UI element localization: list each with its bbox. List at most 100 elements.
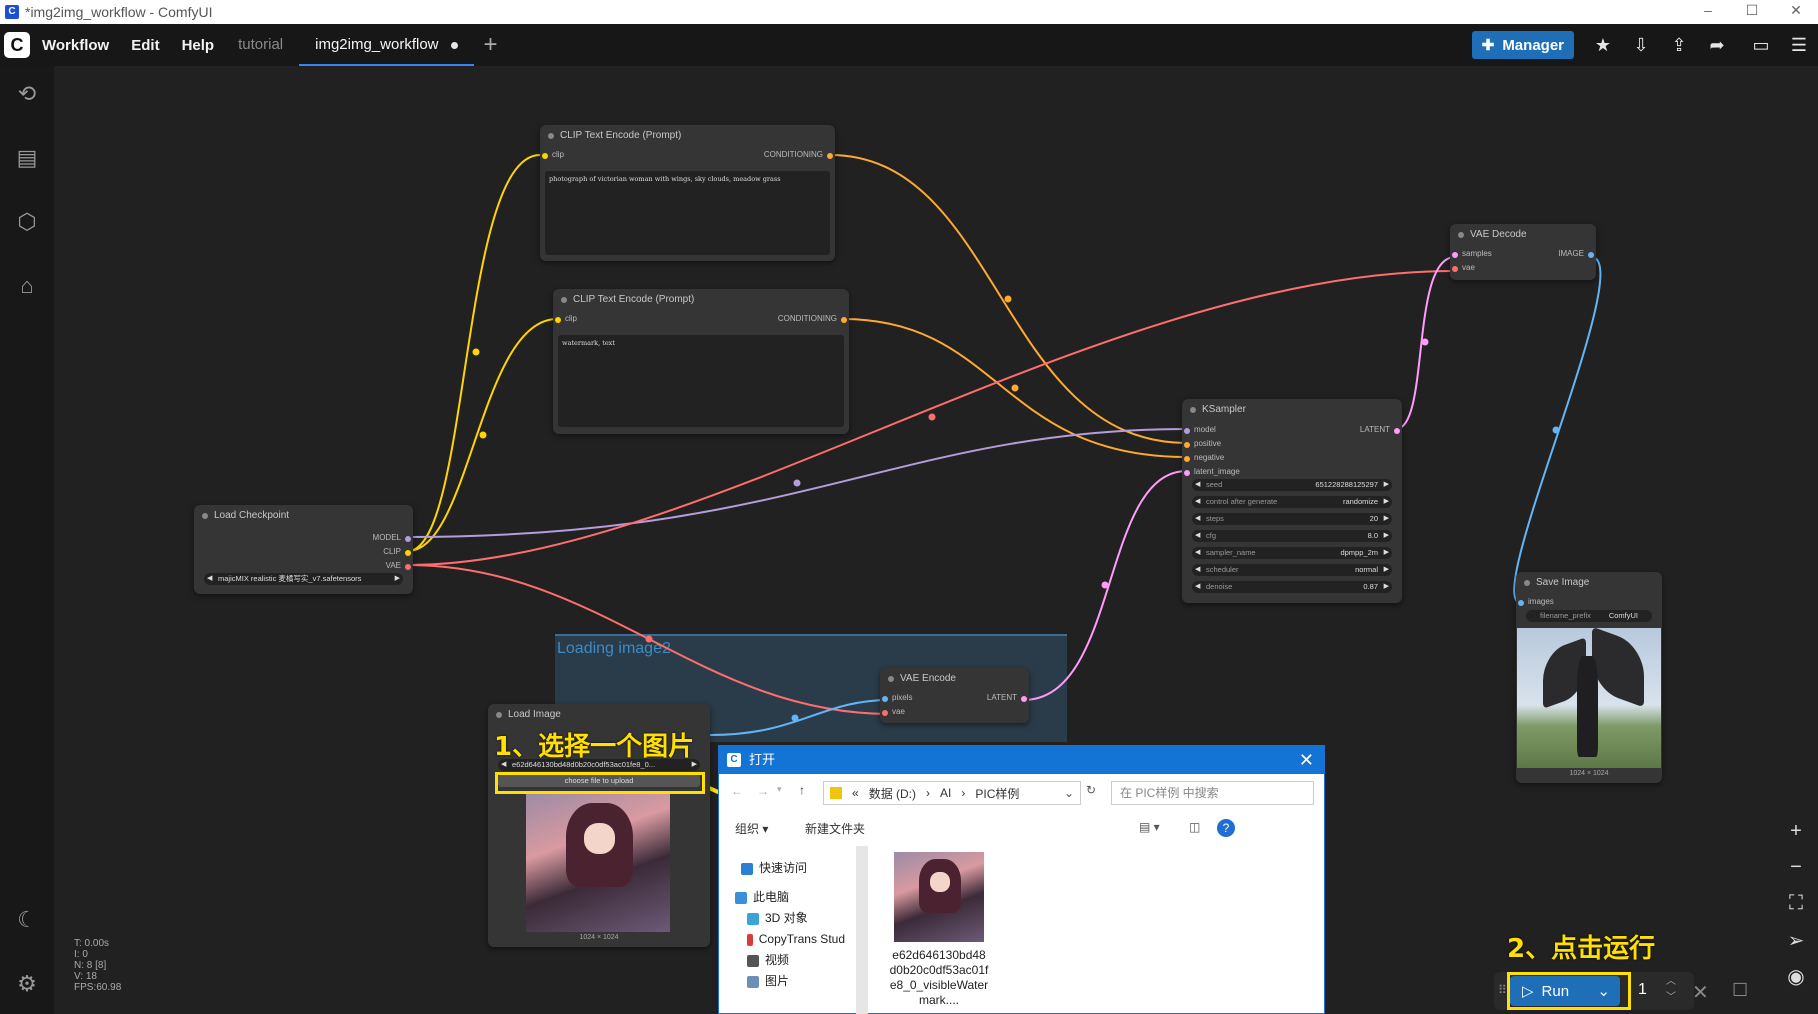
toggle-links-eye-icon[interactable]: ◉ [1776, 964, 1816, 1000]
vae-encode-node[interactable]: VAE Encode pixels vae LATENT [880, 668, 1029, 723]
zoom-out-icon[interactable]: − [1776, 856, 1816, 892]
tree-scrollbar[interactable] [856, 846, 868, 1014]
filename-prefix-widget[interactable]: filename_prefix ComfyUI [1526, 610, 1652, 622]
theme-moon-icon[interactable]: ☾ [13, 906, 41, 934]
cancel-x-icon[interactable]: ✕ [1692, 980, 1709, 1005]
new-tab-plus-icon[interactable]: + [484, 31, 498, 59]
address-dropdown-icon[interactable]: ⌄ [1064, 786, 1074, 800]
sampler-name-widget[interactable]: ◀ sampler_name dpmpp_2m ▶ [1192, 547, 1392, 559]
zoom-in-icon[interactable]: + [1776, 820, 1816, 856]
arrow-left-icon: ◀ [1195, 566, 1201, 573]
denoise-widget[interactable]: ◀ denoise 0.87 ▶ [1192, 581, 1392, 593]
menu-edit[interactable]: Edit [131, 37, 159, 54]
latent-output-slot[interactable]: LATENT [1360, 425, 1400, 434]
arrow-right-icon: ▶ [1383, 549, 1389, 556]
comfyui-logo[interactable]: C [4, 32, 30, 58]
address-bar[interactable]: « 数据 (D:) › AI › PIC样例 ⌄ [823, 781, 1081, 805]
file-open-dialog[interactable]: C 打开 ✕ ← → ▾ ↑ « 数据 (D:) › AI › PIC样例 ⌄ … [718, 745, 1325, 1014]
menu-workflow[interactable]: Workflow [42, 37, 109, 54]
settings-gear-icon[interactable]: ⚙ [13, 970, 41, 998]
tree-item-this-pc[interactable]: 此电脑 [735, 887, 845, 908]
conditioning-output-slot[interactable]: CONDITIONING [778, 314, 847, 323]
queue-list-icon[interactable]: ▤ [13, 144, 41, 172]
dialog-address-row: ← → ▾ ↑ « 数据 (D:) › AI › PIC样例 ⌄ ↻ 在 PIC… [719, 780, 1324, 806]
hamburger-menu-icon[interactable]: ☰ [1780, 35, 1818, 56]
model-download-icon[interactable]: ⇩ [1622, 35, 1660, 56]
drag-handle-icon[interactable]: ⠿ [1498, 983, 1507, 997]
path-seg-3[interactable]: AI [940, 786, 951, 800]
steps-widget[interactable]: ◀ steps 20 ▶ [1192, 513, 1392, 525]
load-checkpoint-node[interactable]: Load Checkpoint MODEL CLIP VAE ◀ majicMI… [194, 505, 413, 594]
model-output-slot[interactable]: MODEL [373, 533, 411, 542]
preview-pane-icon[interactable]: ◫ [1189, 820, 1200, 834]
batch-count-input[interactable]: 1 [1638, 981, 1647, 999]
tree-item-videos[interactable]: 视频 [747, 950, 845, 971]
negative-input-slot[interactable]: negative [1184, 453, 1224, 462]
file-item[interactable]: e62d646130bd48d0b20c0df53ac01fe8_0_visib… [889, 852, 989, 1008]
minimize-button[interactable]: – [1686, 0, 1730, 24]
stop-square-icon[interactable]: ☐ [1732, 980, 1748, 1001]
close-window-button[interactable]: ✕ [1774, 0, 1818, 24]
organize-menu[interactable]: 组织 ▾ [735, 820, 768, 837]
model-input-slot[interactable]: model [1184, 425, 1216, 434]
refresh-icon[interactable]: ↻ [1086, 783, 1096, 797]
prompt-textarea[interactable]: photograph of victorian woman with wings… [545, 171, 830, 255]
forward-arrow-icon[interactable]: → [757, 784, 769, 798]
vae-input-slot[interactable]: vae [882, 707, 905, 716]
path-seg-5[interactable]: PIC样例 [975, 785, 1019, 802]
clip-input-slot[interactable]: clip [542, 150, 564, 159]
search-input[interactable]: 在 PIC样例 中搜索 [1111, 781, 1314, 805]
panel-toggle-icon[interactable]: ▭ [1742, 35, 1780, 56]
workflows-folder-icon[interactable]: ⌂ [13, 272, 41, 300]
dialog-close-icon[interactable]: ✕ [1299, 746, 1314, 774]
recent-dropdown-icon[interactable]: ▾ [777, 784, 782, 795]
scheduler-widget[interactable]: ◀ scheduler normal ▶ [1192, 564, 1392, 576]
share-icon[interactable]: ➦ [1698, 35, 1736, 56]
control-after-generate-widget[interactable]: ◀ control after generate randomize ▶ [1192, 496, 1392, 508]
model-share-icon[interactable]: ⇪ [1660, 35, 1698, 56]
tab-tutorial[interactable]: tutorial [222, 24, 299, 66]
save-image-node[interactable]: Save Image images filename_prefix ComfyUI… [1516, 572, 1662, 783]
star-icon[interactable]: ★ [1584, 35, 1622, 56]
ksampler-node[interactable]: KSampler model positive negative latent_… [1182, 399, 1402, 603]
seed-widget[interactable]: ◀ seed 651228288125297 ▶ [1192, 479, 1392, 491]
image-output-slot[interactable]: IMAGE [1558, 249, 1594, 258]
clip-text-encode-negative-node[interactable]: CLIP Text Encode (Prompt) clip CONDITION… [553, 289, 849, 434]
tab-img2img-workflow[interactable]: img2img_workflow [299, 24, 474, 66]
cfg-widget[interactable]: ◀ cfg 8.0 ▶ [1192, 530, 1392, 542]
positive-input-slot[interactable]: positive [1184, 439, 1221, 448]
fit-view-icon[interactable]: ⛶ [1776, 892, 1816, 928]
maximize-button[interactable]: ☐ [1730, 0, 1774, 24]
images-input-slot[interactable]: images [1518, 597, 1554, 606]
tree-item-pictures[interactable]: 图片 [747, 971, 845, 992]
tree-item-3d-objects[interactable]: 3D 对象 [747, 908, 845, 929]
latent-input-slot[interactable]: latent_image [1184, 467, 1240, 476]
clip-input-slot[interactable]: clip [555, 314, 577, 323]
clip-text-encode-positive-node[interactable]: CLIP Text Encode (Prompt) clip CONDITION… [540, 125, 835, 261]
select-mode-icon[interactable]: ➢ [1776, 928, 1816, 964]
path-seg-1[interactable]: 数据 (D:) [869, 785, 916, 802]
manager-button[interactable]: ✚ Manager [1471, 31, 1574, 59]
ckpt-name-combo[interactable]: ◀ majicMIX realistic 麦橘写实_v7.safetensors… [204, 573, 403, 585]
vae-input-slot[interactable]: vae [1452, 263, 1475, 272]
new-folder-button[interactable]: 新建文件夹 [805, 820, 865, 837]
help-icon[interactable]: ? [1217, 819, 1235, 837]
back-arrow-icon[interactable]: ← [731, 784, 743, 798]
pixels-input-slot[interactable]: pixels [882, 693, 912, 702]
clip-output-slot[interactable]: CLIP [383, 547, 411, 556]
menu-help[interactable]: Help [182, 37, 215, 54]
up-arrow-icon[interactable]: ↑ [799, 783, 805, 797]
tree-item-quick-access[interactable]: 快速访问 [741, 858, 845, 879]
latent-output-slot[interactable]: LATENT [987, 693, 1027, 702]
batch-stepper-icon[interactable]: ︿ ﹀ [1666, 974, 1676, 1006]
view-options-icon[interactable]: ▤ ▾ [1139, 820, 1160, 834]
tree-item-copytrans[interactable]: CopyTrans Stud [747, 929, 845, 950]
vae-output-slot[interactable]: VAE [386, 561, 411, 570]
prompt-textarea[interactable]: watermark, text [558, 335, 844, 427]
samples-input-slot[interactable]: samples [1452, 249, 1492, 258]
arrow-right-icon: ▶ [1383, 566, 1389, 573]
model-library-cube-icon[interactable]: ⬡ [13, 208, 41, 236]
vae-decode-node[interactable]: VAE Decode samples vae IMAGE [1450, 224, 1596, 280]
conditioning-output-slot[interactable]: CONDITIONING [764, 150, 833, 159]
history-icon[interactable]: ⟲ [13, 80, 41, 108]
